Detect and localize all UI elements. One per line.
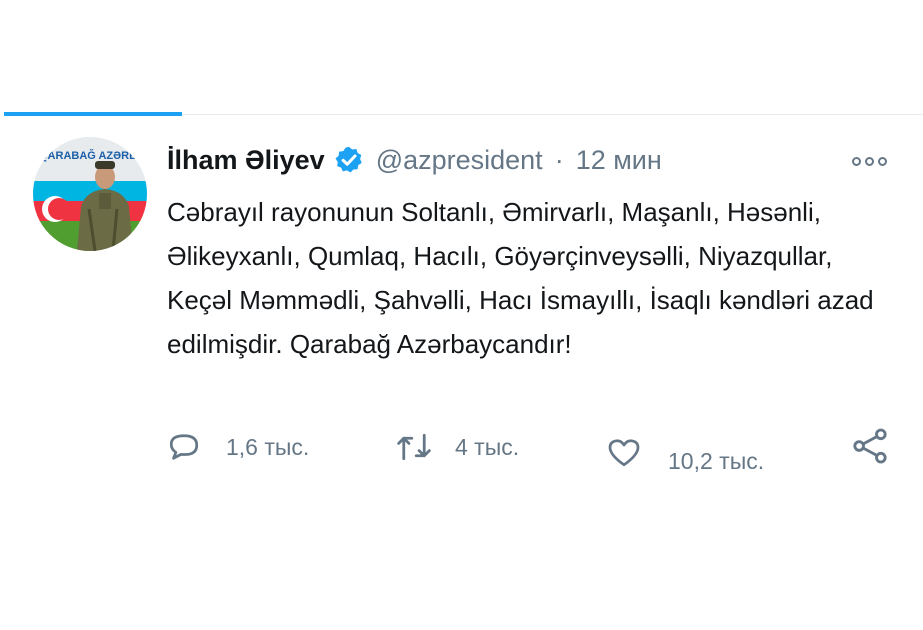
author-name[interactable]: İlham Əliyev: [167, 145, 325, 176]
tweet-text: Cəbrayıl rayonunun Soltanlı, Əmirvarlı, …: [167, 197, 874, 359]
retweet-button[interactable]: 4 тыс.: [395, 429, 519, 465]
share-button[interactable]: [850, 426, 890, 466]
verified-badge-icon: [335, 146, 362, 173]
header-separator: ·: [554, 144, 564, 175]
like-button[interactable]: 10,2 тыс.: [606, 428, 764, 475]
tweet-timestamp[interactable]: 12 мин: [576, 145, 662, 176]
like-count: 10,2 тыс.: [668, 448, 765, 474]
active-tab-indicator: [4, 112, 182, 116]
reply-count: 1,6 тыс.: [226, 433, 310, 460]
more-dot: [865, 156, 874, 166]
retweet-count: 4 тыс.: [455, 433, 520, 460]
heart-icon: [608, 438, 640, 466]
avatar-image: QARABAĞ AZƏRBAYCANDIR!: [33, 137, 147, 251]
avatar[interactable]: QARABAĞ AZƏRBAYCANDIR!: [33, 137, 147, 251]
more-options-icon[interactable]: [852, 152, 892, 170]
tweet-header: İlham Əliyev @azpresident · 12 мин: [167, 138, 662, 182]
share-icon: [853, 428, 887, 464]
reply-button[interactable]: 1,6 тыс.: [166, 429, 309, 465]
more-dot: [878, 156, 887, 166]
avatar-caption: QARABAĞ AZƏRBAYCANDIR!: [39, 149, 147, 162]
tab-divider: [182, 114, 923, 115]
retweet-icon: [397, 433, 431, 461]
more-dot: [852, 156, 861, 166]
reply-icon: [169, 434, 199, 460]
author-handle[interactable]: @azpresident: [376, 145, 543, 176]
